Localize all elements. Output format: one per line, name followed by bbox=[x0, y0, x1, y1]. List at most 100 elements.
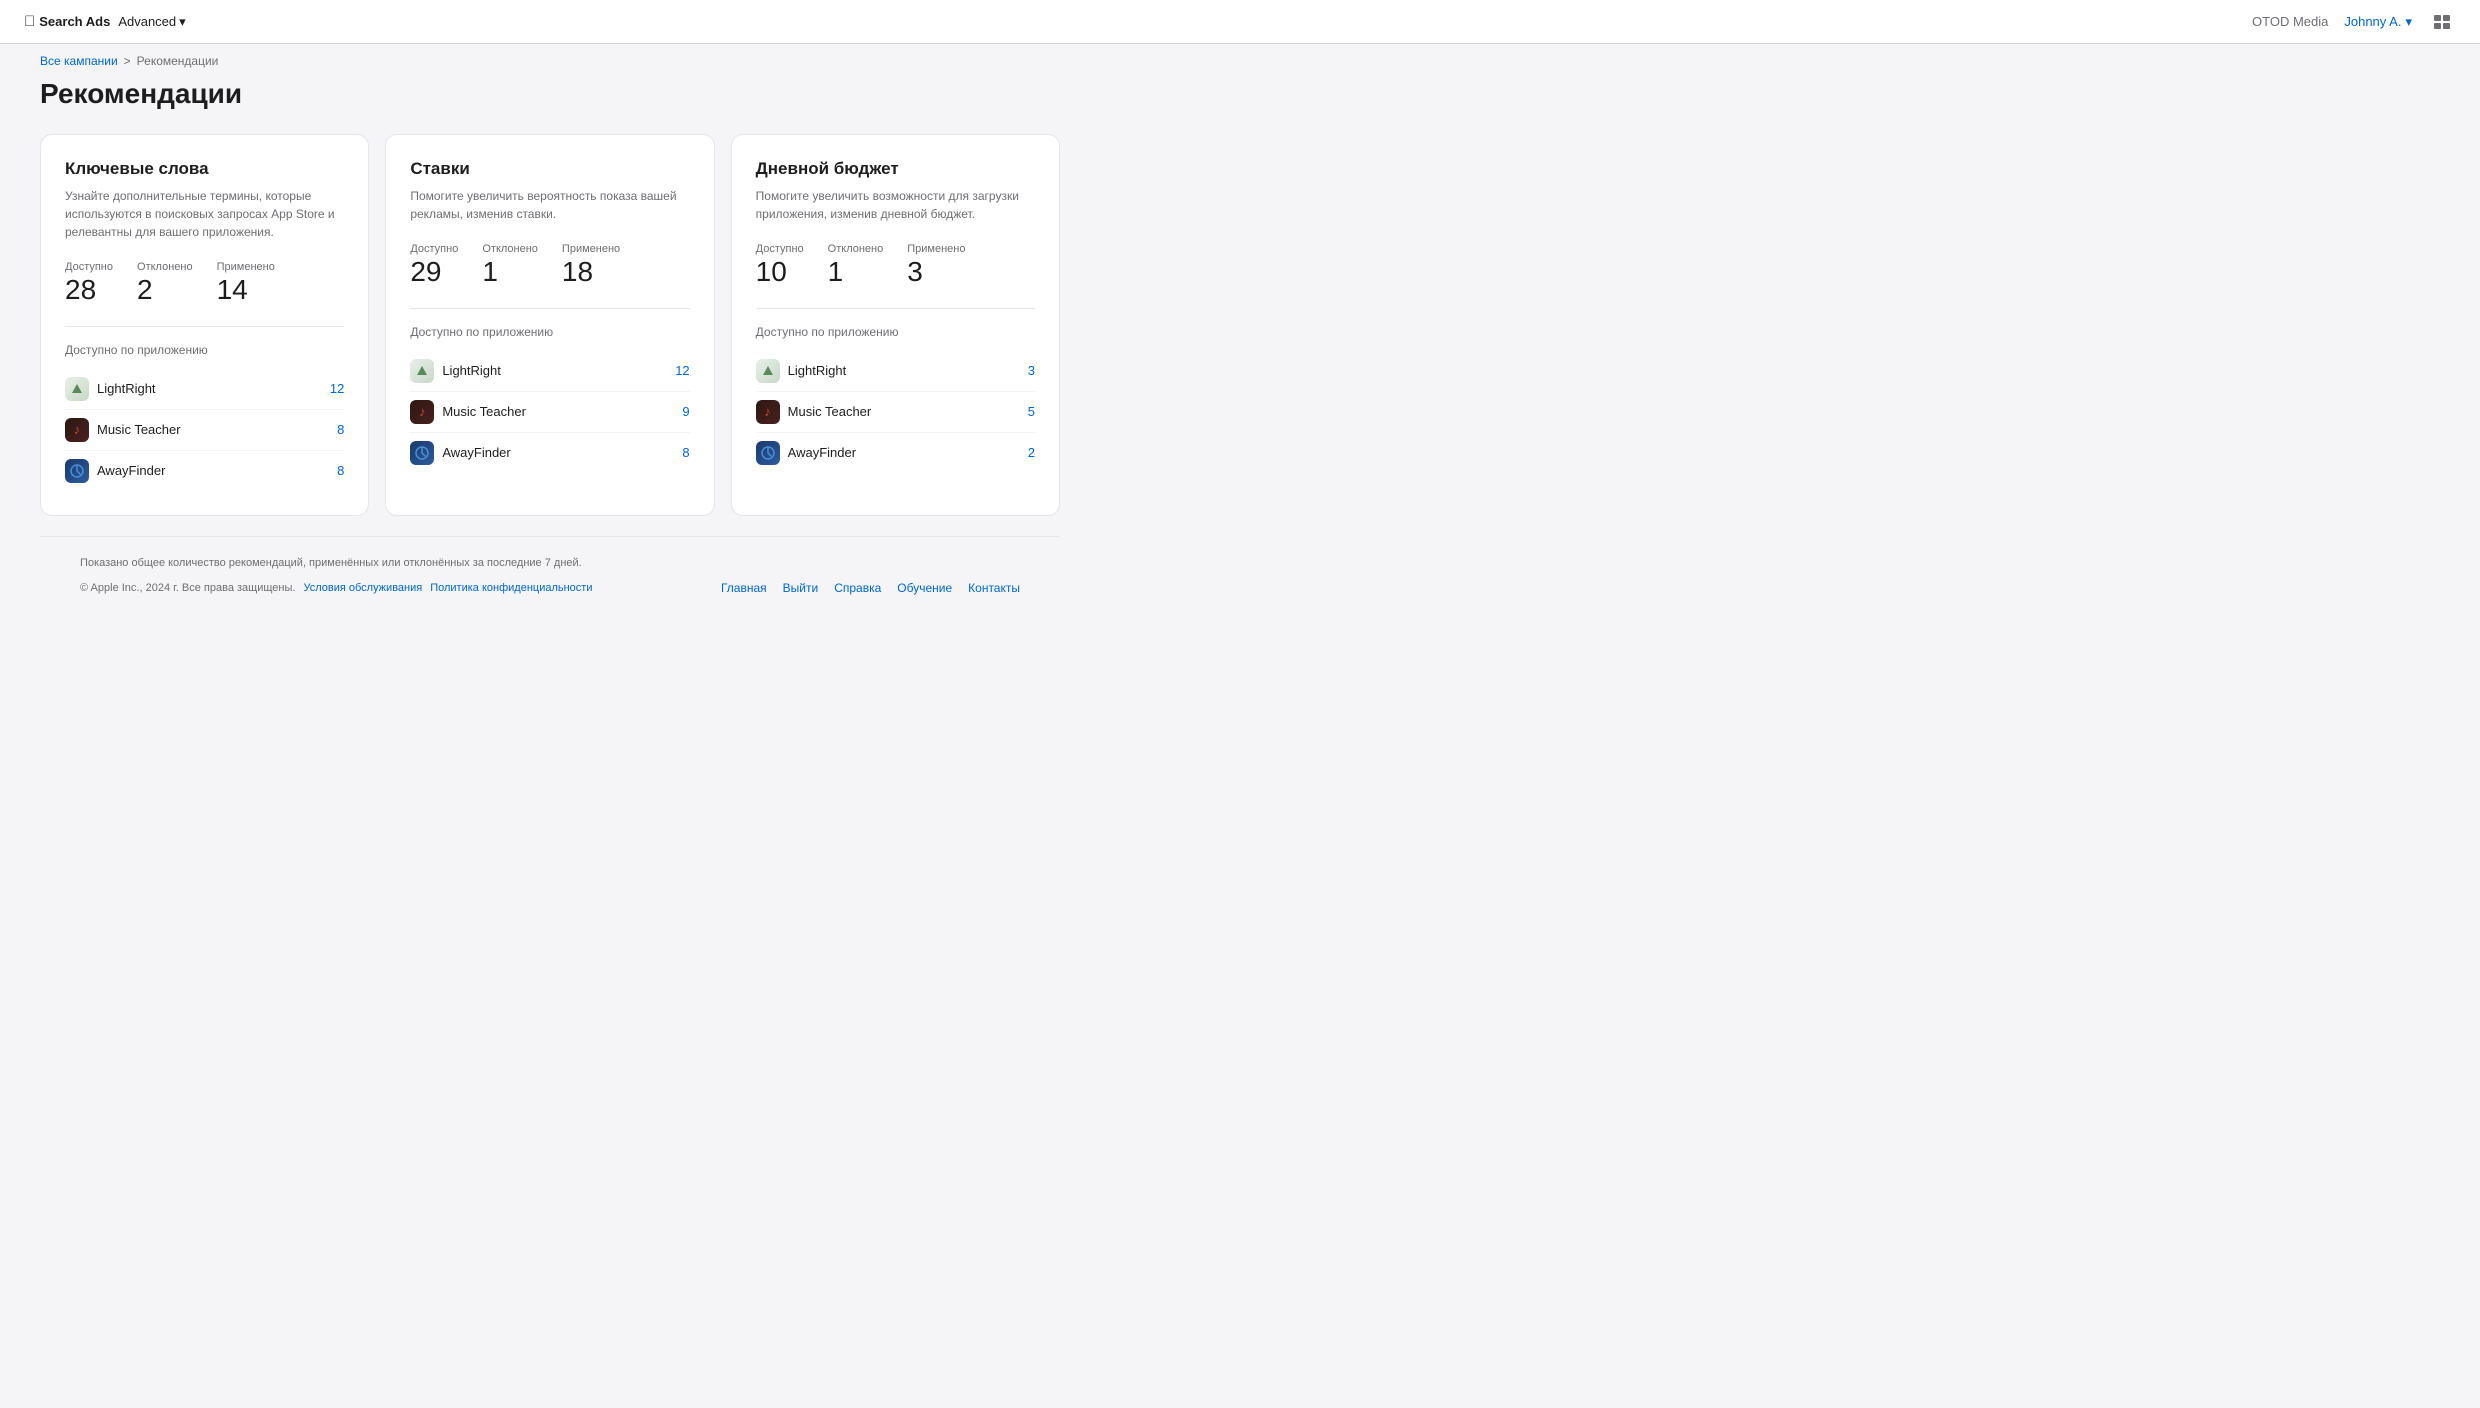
footer-link-главная[interactable]: Главная bbox=[721, 581, 767, 595]
stat-доступно: Доступно 28 bbox=[65, 261, 113, 306]
breadcrumb: Все кампании > Рекомендации bbox=[0, 44, 2480, 78]
stat-доступно: Доступно 29 bbox=[410, 243, 458, 288]
stat-применено: Применено 14 bbox=[217, 261, 275, 306]
app-info: ♪ Music Teacher bbox=[65, 418, 181, 442]
stat-label: Применено bbox=[217, 261, 275, 273]
card-divider bbox=[410, 308, 689, 309]
app-row[interactable]: ♪ Music Teacher 9 bbox=[410, 392, 689, 433]
musicteacher-app-icon: ♪ bbox=[410, 400, 434, 424]
breadcrumb-all-campaigns[interactable]: Все кампании bbox=[40, 54, 118, 68]
footer-link-обучение[interactable]: Обучение bbox=[897, 581, 952, 595]
card-bids-description: Помогите увеличить вероятность показа ва… bbox=[410, 187, 689, 223]
nav-logo:  Search Ads bbox=[24, 13, 110, 30]
card-daily-budget-apps-title: Доступно по приложению bbox=[756, 325, 1035, 339]
card-keywords-stats: Доступно 28 Отклонено 2 Применено 14 bbox=[65, 261, 344, 306]
app-count: 12 bbox=[330, 381, 344, 396]
app-count: 8 bbox=[337, 463, 344, 478]
stat-value: 1 bbox=[828, 257, 884, 288]
layout-toggle-button[interactable] bbox=[2428, 8, 2456, 36]
app-name: LightRight bbox=[442, 363, 501, 378]
lightright-app-icon bbox=[410, 359, 434, 383]
user-menu[interactable]: Johnny A. ▾ bbox=[2344, 14, 2412, 30]
stat-value: 1 bbox=[482, 257, 538, 288]
app-name: AwayFinder bbox=[788, 445, 856, 460]
page-title: Рекомендации bbox=[40, 78, 1060, 110]
app-name: Music Teacher bbox=[97, 422, 181, 437]
card-daily-budget: Дневной бюджетПомогите увеличить возможн… bbox=[731, 134, 1060, 516]
footer-link-terms: Условия обслуживания bbox=[303, 582, 422, 594]
card-keywords-description: Узнайте дополнительные термины, которые … bbox=[65, 187, 344, 241]
stat-label: Доступно bbox=[65, 261, 113, 273]
stat-value: 14 bbox=[217, 275, 275, 306]
app-row[interactable]: ♪ Music Teacher 8 bbox=[65, 410, 344, 451]
app-count: 12 bbox=[675, 363, 689, 378]
lightright-app-icon bbox=[756, 359, 780, 383]
stat-label: Доступно bbox=[756, 243, 804, 255]
search-ads-label: Search Ads bbox=[39, 14, 110, 29]
footer-right: Главная Выйти Справка Обучение Контакты bbox=[721, 581, 1020, 595]
footer-left: © Apple Inc., 2024 г. Все права защищены… bbox=[80, 582, 592, 594]
app-info: ♪ Music Teacher bbox=[756, 400, 872, 424]
app-name: LightRight bbox=[97, 381, 156, 396]
app-info: AwayFinder bbox=[65, 459, 165, 483]
footer-link-контакты[interactable]: Контакты bbox=[968, 581, 1020, 595]
main-content: Рекомендации Ключевые слова Узнайте допол… bbox=[0, 78, 1100, 655]
advanced-menu[interactable]: Advanced ▾ bbox=[118, 14, 185, 30]
app-name: Music Teacher bbox=[442, 404, 526, 419]
card-daily-budget-stats: Доступно10Отклонено1Применено3 bbox=[756, 243, 1035, 288]
app-row[interactable]: AwayFinder 2 bbox=[756, 433, 1035, 473]
app-row[interactable]: LightRight 12 bbox=[410, 351, 689, 392]
app-info: AwayFinder bbox=[756, 441, 856, 465]
terms-link[interactable]: Условия обслуживания bbox=[303, 582, 422, 594]
cards-grid: Ключевые слова Узнайте дополнительные тер… bbox=[40, 134, 1060, 516]
stat-value: 29 bbox=[410, 257, 458, 288]
app-count: 8 bbox=[682, 445, 689, 460]
stat-label: Отклонено bbox=[137, 261, 193, 273]
app-row[interactable]: LightRight 12 bbox=[65, 369, 344, 410]
user-name: Johnny A. bbox=[2344, 14, 2401, 29]
stat-label: Доступно bbox=[410, 243, 458, 255]
nav-left:  Search Ads Advanced ▾ bbox=[24, 13, 186, 30]
footer-link-privacy: Политика конфиденциальности bbox=[430, 582, 592, 594]
top-nav:  Search Ads Advanced ▾ OTOD Media Johnn… bbox=[0, 0, 2480, 44]
footer-bottom: © Apple Inc., 2024 г. Все права защищены… bbox=[80, 581, 1020, 595]
app-count: 2 bbox=[1028, 445, 1035, 460]
user-chevron-icon: ▾ bbox=[2405, 14, 2412, 30]
stat-label: Отклонено bbox=[482, 243, 538, 255]
org-name: OTOD Media bbox=[2252, 14, 2328, 29]
privacy-link[interactable]: Политика конфиденциальности bbox=[430, 582, 592, 594]
app-name: LightRight bbox=[788, 363, 847, 378]
lightright-app-icon bbox=[65, 377, 89, 401]
awayfinder-app-icon bbox=[65, 459, 89, 483]
app-count: 5 bbox=[1028, 404, 1035, 419]
footer-link-справка[interactable]: Справка bbox=[834, 581, 881, 595]
stat-value: 3 bbox=[907, 257, 965, 288]
app-row[interactable]: LightRight 3 bbox=[756, 351, 1035, 392]
stat-отклонено: Отклонено 2 bbox=[137, 261, 193, 306]
musicteacher-app-icon: ♪ bbox=[65, 418, 89, 442]
stat-value: 28 bbox=[65, 275, 113, 306]
card-divider bbox=[756, 308, 1035, 309]
chevron-down-icon: ▾ bbox=[179, 14, 186, 30]
app-count: 8 bbox=[337, 422, 344, 437]
card-divider bbox=[65, 326, 344, 327]
stat-применено: Применено18 bbox=[562, 243, 620, 288]
footer-link-выйти[interactable]: Выйти bbox=[783, 581, 819, 595]
musicteacher-app-icon: ♪ bbox=[756, 400, 780, 424]
awayfinder-app-icon bbox=[756, 441, 780, 465]
app-count: 3 bbox=[1028, 363, 1035, 378]
awayfinder-app-icon bbox=[410, 441, 434, 465]
card-keywords-title: Ключевые слова bbox=[65, 159, 344, 179]
advanced-label: Advanced bbox=[118, 14, 176, 29]
app-row[interactable]: AwayFinder8 bbox=[410, 433, 689, 473]
stat-value: 10 bbox=[756, 257, 804, 288]
app-count: 9 bbox=[682, 404, 689, 419]
app-row[interactable]: ♪ Music Teacher 5 bbox=[756, 392, 1035, 433]
stat-применено: Применено3 bbox=[907, 243, 965, 288]
stat-value: 2 bbox=[137, 275, 193, 306]
copyright-text: © Apple Inc., 2024 г. Все права защищены… bbox=[80, 582, 295, 594]
app-info: LightRight bbox=[756, 359, 847, 383]
stat-доступно: Доступно 10 bbox=[756, 243, 804, 288]
app-name: Music Teacher bbox=[788, 404, 872, 419]
app-row[interactable]: AwayFinder 8 bbox=[65, 451, 344, 491]
